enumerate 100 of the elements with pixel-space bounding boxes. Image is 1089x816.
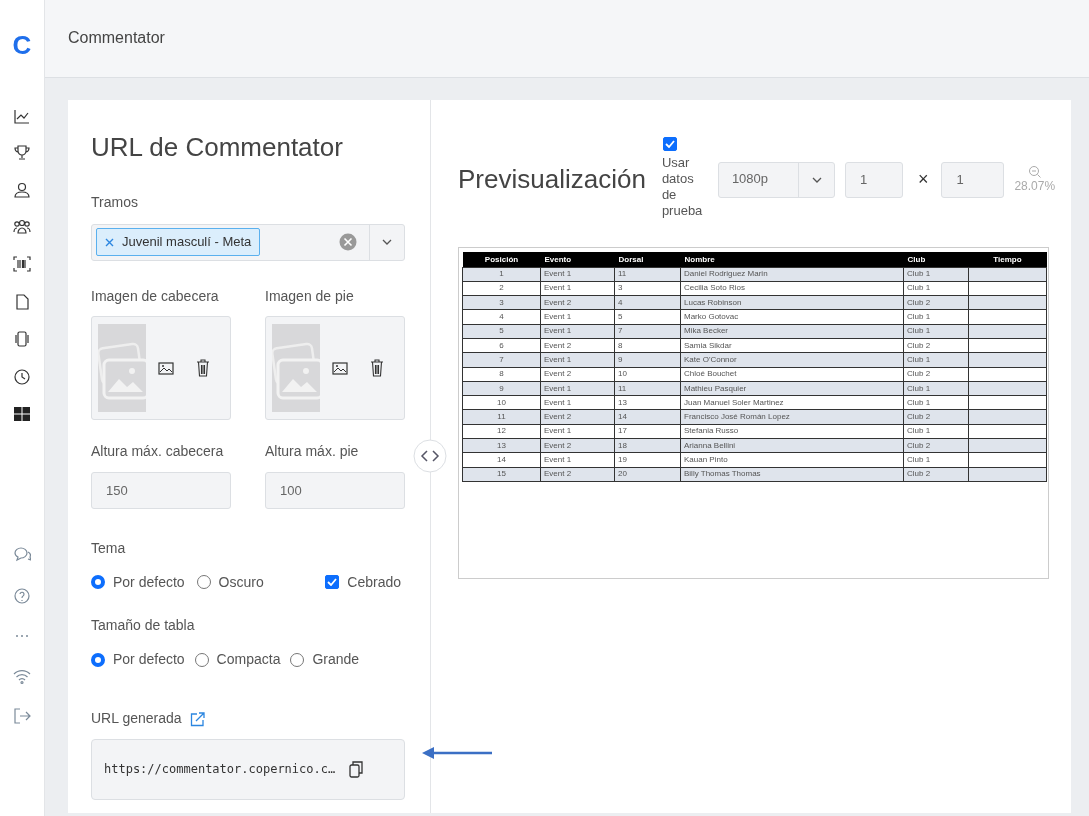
table-cell: Daniel Rodriguez Marin	[680, 267, 904, 282]
column-header: Club	[903, 252, 969, 267]
barcode-icon[interactable]	[13, 255, 31, 273]
trash-icon[interactable]	[196, 359, 210, 378]
table-cell: Cecilia Soto Rios	[680, 281, 904, 296]
table-cell: Club 1	[903, 395, 969, 410]
logout-icon[interactable]	[13, 707, 31, 725]
field-label: Tramos	[91, 193, 139, 213]
grid-icon[interactable]	[13, 405, 31, 423]
table-cell: Club 2	[903, 367, 969, 382]
table-cell: Marko Gotovac	[680, 309, 904, 325]
selected-tag[interactable]: Juvenil masculí - Meta	[96, 228, 261, 257]
chat-icon[interactable]	[13, 545, 31, 563]
image-placeholder-icon	[98, 324, 146, 413]
column-header: Posición	[462, 252, 541, 267]
column-header: Tiempo	[968, 252, 1047, 267]
table-cell: Juan Manuel Soler Martinez	[680, 395, 904, 410]
remove-icon[interactable]	[105, 237, 114, 247]
trophy-icon[interactable]	[13, 144, 31, 162]
table-cell: 8	[462, 367, 541, 382]
image-icon[interactable]	[332, 361, 348, 375]
table-cell: 1	[462, 267, 541, 282]
table-cell: Club 1	[903, 452, 969, 468]
radio-option[interactable]: Oscuro	[196, 572, 264, 593]
table-cell: Event 1	[540, 309, 615, 325]
tramos-select[interactable]: Juvenil masculí - Meta	[91, 223, 405, 261]
chevron-down-icon[interactable]	[382, 239, 392, 246]
table-cell: 5	[614, 309, 681, 325]
table-cell: Event 1	[540, 424, 615, 439]
field-label: Tamaño de tabla	[91, 616, 196, 636]
table-cell: 11	[614, 267, 681, 282]
radio-option[interactable]: Por defecto	[91, 572, 185, 593]
table-cell: Kauan Pinto	[680, 452, 904, 468]
test-data-checkbox[interactable]: Usar datos de prueba	[657, 136, 710, 219]
table-cell: Club 1	[903, 281, 969, 296]
table-cell: 4	[462, 309, 541, 325]
image-placeholder-icon	[272, 324, 320, 413]
table-cell: Event 1	[540, 281, 615, 296]
table-cell: 10	[462, 395, 541, 410]
external-link-icon[interactable]	[189, 711, 205, 727]
trash-icon[interactable]	[370, 359, 384, 378]
resolution-select[interactable]: 1080p	[717, 161, 835, 198]
radio-option[interactable]: Compacta	[194, 649, 281, 670]
column-header: Evento	[540, 252, 615, 267]
chevron-down-icon[interactable]	[811, 176, 822, 183]
field-label: Altura máx. cabecera	[91, 442, 225, 462]
copy-icon[interactable]	[349, 760, 364, 778]
app-logo[interactable]: C	[12, 32, 32, 58]
table-cell: 2	[462, 281, 541, 296]
page-title: Commentator	[68, 28, 165, 49]
table-cell: 14	[462, 452, 541, 468]
field-label: Imagen de cabecera	[91, 286, 220, 306]
table-cell: Event 2	[540, 338, 615, 353]
arrow-drawing	[422, 746, 494, 760]
table-cell: Event 2	[540, 367, 615, 382]
table-cell: 19	[614, 452, 681, 468]
table-cell: 3	[614, 281, 681, 296]
table-cell: Club 1	[903, 267, 969, 282]
panel-heading: Previsualización	[458, 163, 646, 196]
checkmark-icon[interactable]	[327, 578, 338, 587]
field-label: URL generada	[91, 709, 182, 729]
radio-option[interactable]: Por defecto	[91, 649, 185, 670]
panel-heading: URL de Commentator	[91, 132, 344, 164]
table-cell: Chloé Bouchet	[680, 367, 904, 382]
resize-handle-icon[interactable]	[413, 439, 447, 473]
generated-url: https://commentator.copernico.c…	[104, 761, 336, 778]
image-icon[interactable]	[158, 361, 174, 375]
help-icon[interactable]	[13, 587, 31, 605]
chart-icon[interactable]	[13, 108, 31, 126]
table-cell: Event 1	[540, 452, 615, 468]
times-sign: ×	[917, 167, 929, 191]
field-label: Altura máx. pie	[265, 442, 360, 462]
column-header: Nombre	[680, 252, 904, 267]
table-cell: 10	[614, 367, 681, 382]
zoom-level: 28.07%	[1014, 177, 1056, 195]
table-cell: Stefania Russo	[680, 424, 904, 439]
table-cell: 13	[614, 395, 681, 410]
checkmark-icon[interactable]	[664, 139, 675, 148]
group-icon[interactable]	[13, 218, 31, 236]
table-cell: 6	[462, 338, 541, 353]
table-cell: 17	[614, 424, 681, 439]
document-icon[interactable]	[13, 293, 31, 311]
table-cell: 12	[462, 424, 541, 439]
clear-icon[interactable]	[339, 233, 357, 252]
table-cell: Club 2	[903, 338, 969, 353]
clock-icon[interactable]	[13, 368, 31, 386]
wifi-icon[interactable]	[13, 667, 31, 685]
table-cell: Event 1	[540, 395, 615, 410]
field-label: Imagen de pie	[265, 286, 355, 306]
table-cell: Club 1	[903, 424, 969, 439]
checkbox-option[interactable]: Cebrado	[325, 572, 401, 593]
table-cell: 8	[614, 338, 681, 353]
column-header: Dorsal	[614, 252, 681, 267]
table-cell: Club 1	[903, 309, 969, 325]
table-cell: Samia Sikdar	[680, 338, 904, 353]
person-icon[interactable]	[13, 181, 31, 199]
radio-option[interactable]: Grande	[290, 649, 360, 670]
device-icon[interactable]	[13, 330, 31, 348]
table-cell: Event 1	[540, 267, 615, 282]
field-label: Tema	[91, 538, 127, 558]
